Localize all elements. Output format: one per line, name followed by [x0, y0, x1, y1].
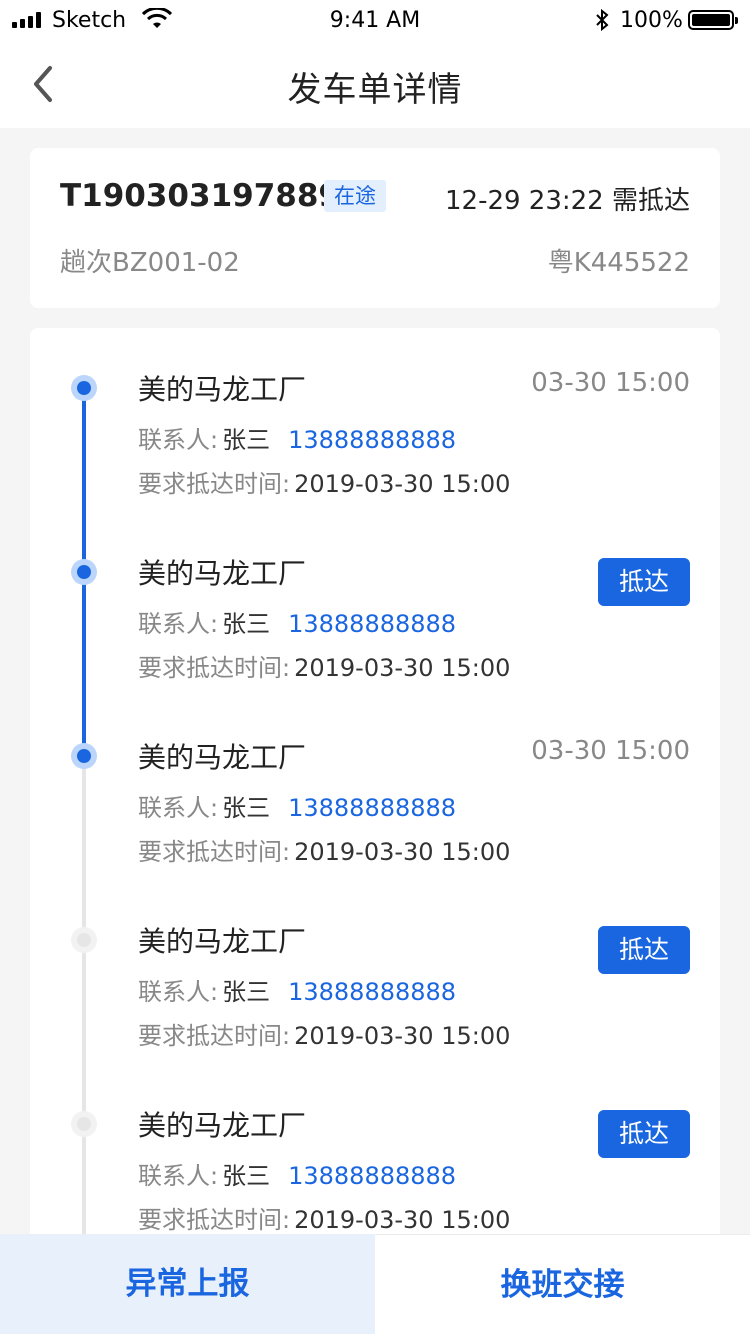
battery-icon [688, 10, 738, 30]
contact-row: 联系人: 张三 13888888888 [138, 1156, 456, 1191]
required-time-value: 2019-03-30 15:00 [294, 470, 511, 498]
arrive-button[interactable]: 抵达 [598, 1110, 690, 1158]
required-time-row: 要求抵达时间: 2019-03-30 15:00 [138, 648, 510, 683]
required-time-label: 要求抵达时间: [138, 838, 291, 866]
stop-name: 美的马龙工厂 [138, 1109, 307, 1142]
contact-label: 联系人: [138, 794, 219, 822]
stop-item: 美的马龙工厂 抵达 联系人: 张三 13888888888 要求抵达时间: 2019-… [30, 512, 720, 696]
required-time-value: 2019-03-30 15:00 [294, 1022, 511, 1050]
required-time-row: 要求抵达时间: 2019-03-30 15:00 [138, 1200, 510, 1235]
stops-timeline-card: 美的马龙工厂 03-30 15:00 联系人: 张三 13888888888 要求抵… [30, 328, 720, 1248]
arrival-time: 03-30 15:00 [531, 368, 690, 398]
contact-name: 张三 [222, 794, 271, 822]
contact-label: 联系人: [138, 978, 219, 1006]
timeline-dot-icon [71, 927, 97, 953]
stop-item: 美的马龙工厂 03-30 15:00 联系人: 张三 13888888888 要求抵… [30, 696, 720, 880]
phone-link[interactable]: 13888888888 [288, 426, 456, 454]
arrive-button[interactable]: 抵达 [598, 558, 690, 606]
phone-link[interactable]: 13888888888 [288, 794, 456, 822]
required-time-label: 要求抵达时间: [138, 1206, 291, 1234]
arrive-button[interactable]: 抵达 [598, 926, 690, 974]
stop-item: 美的马龙工厂 03-30 15:00 联系人: 张三 13888888888 要求抵… [30, 328, 720, 512]
status-badge: 在途 [324, 180, 386, 212]
timeline-dot-icon [71, 743, 97, 769]
contact-row: 联系人: 张三 13888888888 [138, 788, 456, 823]
required-time-row: 要求抵达时间: 2019-03-30 15:00 [138, 1016, 510, 1051]
required-time-value: 2019-03-30 15:00 [294, 838, 511, 866]
nav-bar: 发车单详情 [0, 40, 750, 128]
contact-label: 联系人: [138, 610, 219, 638]
stop-name: 美的马龙工厂 [138, 557, 307, 590]
phone-link[interactable]: 13888888888 [288, 978, 456, 1006]
contact-label: 联系人: [138, 1162, 219, 1190]
stop-name: 美的马龙工厂 [138, 373, 307, 406]
contact-row: 联系人: 张三 13888888888 [138, 972, 456, 1007]
order-summary-card: T1903031978899 在途 12-29 23:22 需抵达 趟次BZ00… [30, 148, 720, 308]
contact-name: 张三 [222, 1162, 271, 1190]
stop-item: 美的马龙工厂 抵达 联系人: 张三 13888888888 要求抵达时间: 2019-… [30, 1064, 720, 1248]
arrival-time: 03-30 15:00 [531, 736, 690, 766]
bluetooth-icon [596, 8, 609, 32]
timeline-dot-icon [71, 1111, 97, 1137]
status-bar: Sketch 9:41 AM 100% [0, 0, 750, 40]
contact-row: 联系人: 张三 13888888888 [138, 420, 456, 455]
stop-item: 美的马龙工厂 抵达 联系人: 张三 13888888888 要求抵达时间: 2019-… [30, 880, 720, 1064]
trip-number: 趟次BZ001-02 [60, 248, 240, 278]
contact-name: 张三 [222, 978, 271, 1006]
timeline-dot-icon [71, 375, 97, 401]
required-time-label: 要求抵达时间: [138, 1022, 291, 1050]
contact-row: 联系人: 张三 13888888888 [138, 604, 456, 639]
contact-name: 张三 [222, 426, 271, 454]
required-time-value: 2019-03-30 15:00 [294, 654, 511, 682]
battery-percent: 100% [620, 8, 683, 33]
required-time-label: 要求抵达时间: [138, 654, 291, 682]
shift-handover-button[interactable]: 换班交接 [375, 1234, 750, 1334]
phone-link[interactable]: 13888888888 [288, 1162, 456, 1190]
required-time-label: 要求抵达时间: [138, 470, 291, 498]
license-plate: 粤K445522 [547, 248, 690, 278]
required-time-row: 要求抵达时间: 2019-03-30 15:00 [138, 832, 510, 867]
bottom-action-bar: 异常上报 换班交接 [0, 1234, 750, 1334]
page-title: 发车单详情 [287, 70, 463, 110]
stop-name: 美的马龙工厂 [138, 741, 307, 774]
timeline-dot-icon [71, 559, 97, 585]
required-time-value: 2019-03-30 15:00 [294, 1206, 511, 1234]
contact-label: 联系人: [138, 426, 219, 454]
required-time-row: 要求抵达时间: 2019-03-30 15:00 [138, 464, 510, 499]
report-exception-button[interactable]: 异常上报 [0, 1234, 375, 1334]
eta-deadline: 12-29 23:22 需抵达 [444, 186, 690, 216]
contact-name: 张三 [222, 610, 271, 638]
phone-link[interactable]: 13888888888 [288, 610, 456, 638]
stop-name: 美的马龙工厂 [138, 925, 307, 958]
order-number: T1903031978899 [60, 178, 362, 214]
